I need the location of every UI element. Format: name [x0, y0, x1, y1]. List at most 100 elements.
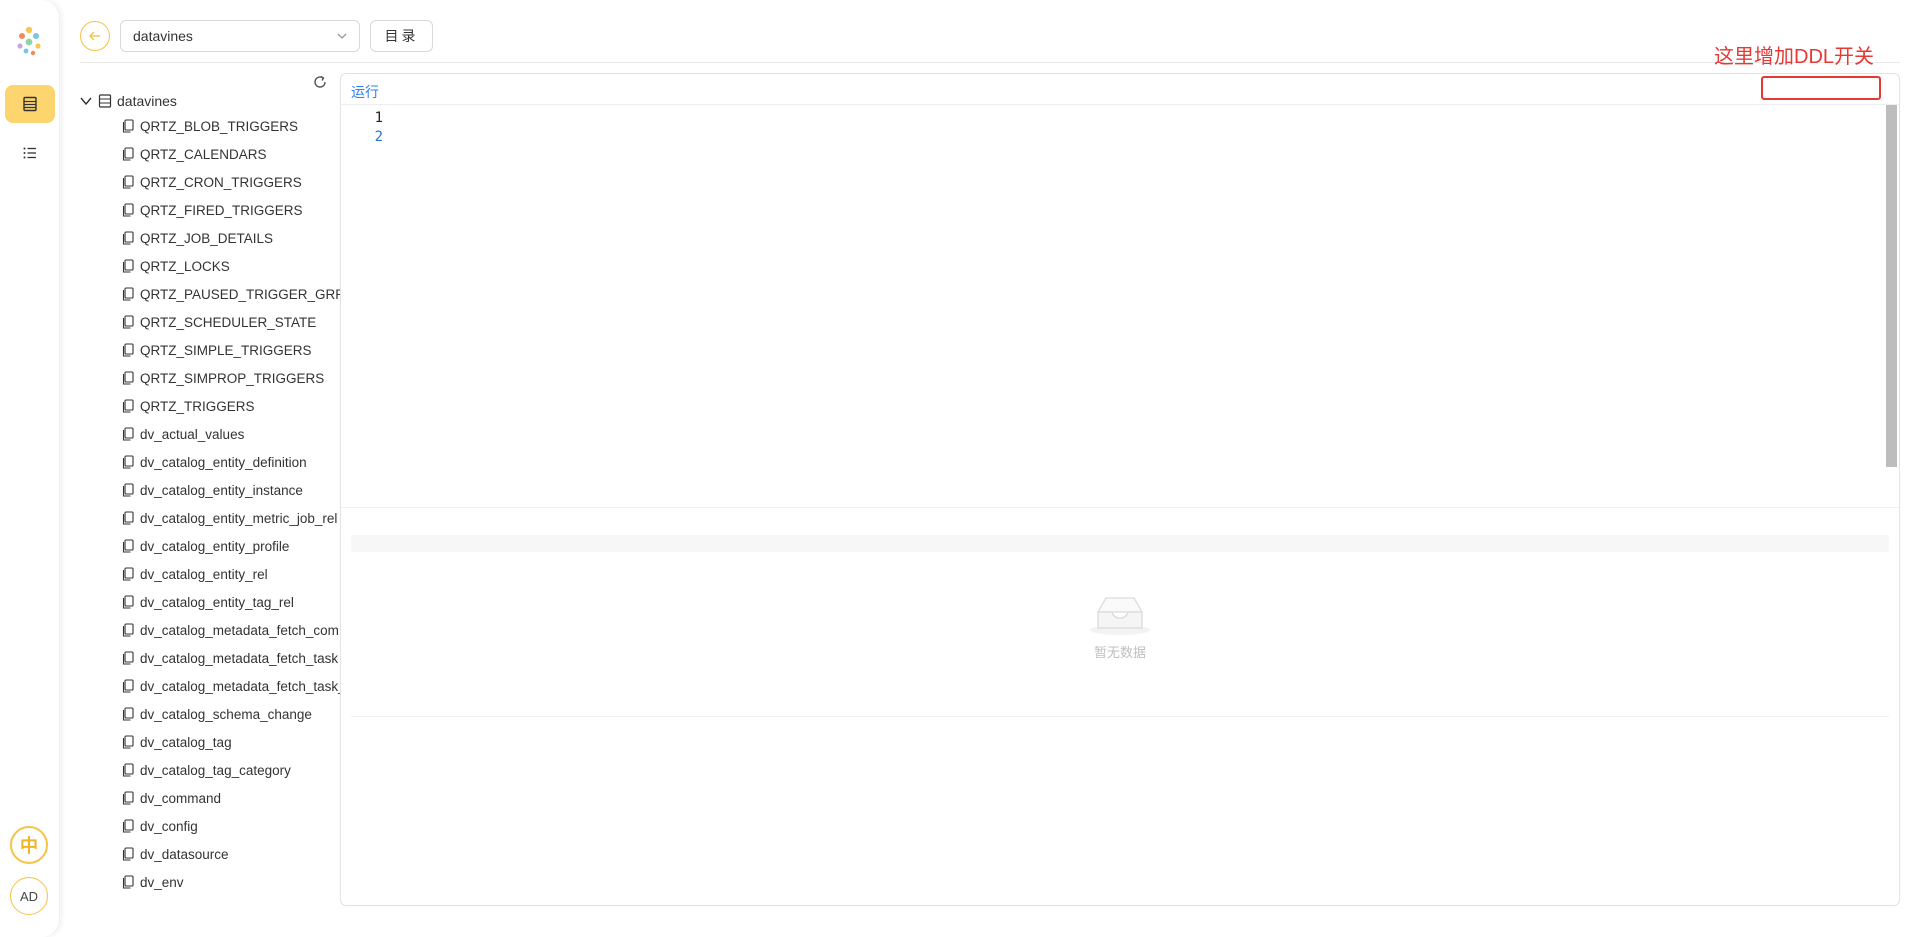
table-file-icon — [122, 203, 134, 217]
database-tree: datavines QRTZ_BLOB_TRIGGERS QRTZ_CALENDA… — [78, 90, 340, 910]
tree-table-item[interactable]: QRTZ_BLOB_TRIGGERS — [78, 112, 340, 140]
catalog-button[interactable]: 目录 — [370, 20, 433, 52]
empty-state: 暂无数据 — [341, 594, 1899, 661]
line-number: 2 — [374, 129, 383, 145]
tree-table-item[interactable]: dv_catalog_entity_rel — [78, 560, 340, 588]
tree-table-label: dv_catalog_metadata_fetch_task_ — [140, 678, 340, 694]
ddl-switch-placeholder — [1761, 76, 1881, 100]
table-file-icon — [122, 287, 134, 301]
back-button[interactable] — [80, 21, 110, 51]
tree-table-label: QRTZ_CALENDARS — [140, 146, 267, 162]
table-file-icon — [122, 651, 134, 665]
language-switch-button[interactable]: 中 — [10, 826, 48, 864]
tree-table-item[interactable]: dv_catalog_entity_instance — [78, 476, 340, 504]
table-file-icon — [122, 259, 134, 273]
table-file-icon — [122, 483, 134, 497]
tree-table-item[interactable]: dv_catalog_metadata_fetch_task_ — [78, 672, 340, 700]
table-file-icon — [122, 847, 134, 861]
tree-table-label: dv_config — [140, 818, 198, 834]
empty-state-text: 暂无数据 — [1093, 645, 1146, 660]
empty-box-icon — [1090, 597, 1150, 635]
editor-result-divider — [341, 507, 1899, 508]
tree-table-item[interactable]: QRTZ_SIMPROP_TRIGGERS — [78, 364, 340, 392]
table-file-icon — [122, 819, 134, 833]
tree-table-item[interactable]: QRTZ_CRON_TRIGGERS — [78, 168, 340, 196]
tree-table-item[interactable]: QRTZ_SCHEDULER_STATE — [78, 308, 340, 336]
tree-table-label: dv_datasource — [140, 846, 229, 862]
tree-table-item[interactable]: dv_catalog_tag — [78, 728, 340, 756]
tree-table-item[interactable]: QRTZ_FIRED_TRIGGERS — [78, 196, 340, 224]
tree-table-label: QRTZ_PAUSED_TRIGGER_GRPS — [140, 286, 340, 302]
tree-table-item[interactable]: dv_datasource — [78, 840, 340, 868]
table-file-icon — [122, 231, 134, 245]
run-button[interactable]: 运行 — [351, 82, 379, 102]
database-select-value: datavines — [133, 28, 193, 44]
refresh-icon[interactable] — [312, 74, 328, 90]
header-divider — [80, 62, 1900, 63]
tree-table-label: dv_catalog_tag — [140, 734, 232, 750]
tree-table-item[interactable]: QRTZ_CALENDARS — [78, 140, 340, 168]
tree-table-item[interactable]: QRTZ_TRIGGERS — [78, 392, 340, 420]
tree-table-label: QRTZ_JOB_DETAILS — [140, 230, 274, 246]
tree-table-item[interactable]: dv_command — [78, 784, 340, 812]
tree-table-label: dv_catalog_schema_change — [140, 706, 312, 722]
tree-root-label: datavines — [117, 93, 177, 109]
nav-list-button[interactable] — [5, 134, 55, 172]
tree-table-item[interactable]: dv_catalog_schema_change — [78, 700, 340, 728]
table-file-icon — [122, 567, 134, 581]
table-file-icon — [122, 595, 134, 609]
database-select[interactable]: datavines — [120, 20, 360, 52]
tree-root-node[interactable]: datavines — [78, 90, 340, 112]
tree-table-label: QRTZ_SCHEDULER_STATE — [140, 314, 317, 330]
table-file-icon — [122, 315, 134, 329]
chevron-down-icon[interactable] — [78, 93, 94, 109]
line-number-gutter: 12 — [341, 109, 383, 147]
tree-table-item[interactable]: dv_catalog_tag_category — [78, 756, 340, 784]
table-file-icon — [122, 679, 134, 693]
tree-table-label: QRTZ_CRON_TRIGGERS — [140, 174, 302, 190]
tree-table-item[interactable]: dv_catalog_metadata_fetch_task — [78, 644, 340, 672]
tree-table-item[interactable]: dv_catalog_entity_definition — [78, 448, 340, 476]
table-file-icon — [122, 427, 134, 441]
tree-table-label: QRTZ_SIMPLE_TRIGGERS — [140, 342, 312, 358]
tree-table-label: dv_catalog_metadata_fetch_com — [140, 622, 339, 638]
table-file-icon — [122, 399, 134, 413]
table-file-icon — [122, 763, 134, 777]
side-rail: 中 AD — [0, 0, 60, 937]
table-file-icon — [122, 511, 134, 525]
tree-table-label: dv_catalog_entity_instance — [140, 482, 303, 498]
line-number: 1 — [374, 110, 383, 126]
tree-table-item[interactable]: dv_config — [78, 812, 340, 840]
tree-table-item[interactable]: QRTZ_PAUSED_TRIGGER_GRPS — [78, 280, 340, 308]
tree-table-label: QRTZ_TRIGGERS — [140, 398, 255, 414]
tree-table-item[interactable]: dv_catalog_metadata_fetch_com — [78, 616, 340, 644]
table-file-icon — [122, 791, 134, 805]
app-logo[interactable] — [14, 25, 44, 59]
tree-table-label: dv_catalog_entity_tag_rel — [140, 594, 294, 610]
table-file-icon — [122, 455, 134, 469]
tree-table-item[interactable]: dv_actual_values — [78, 420, 340, 448]
tree-table-item[interactable]: dv_catalog_entity_profile — [78, 532, 340, 560]
tree-table-label: dv_command — [140, 790, 222, 806]
tree-table-label: QRTZ_FIRED_TRIGGERS — [140, 202, 303, 218]
database-icon — [98, 94, 112, 108]
sql-editor[interactable]: 12 — [341, 105, 1889, 475]
tree-table-label: QRTZ_SIMPROP_TRIGGERS — [140, 370, 325, 386]
tree-table-item[interactable]: dv_catalog_entity_tag_rel — [78, 588, 340, 616]
tree-table-item[interactable]: dv_catalog_entity_metric_job_rel — [78, 504, 340, 532]
table-file-icon — [122, 343, 134, 357]
table-file-icon — [122, 707, 134, 721]
table-file-icon — [122, 371, 134, 385]
tree-table-label: QRTZ_LOCKS — [140, 258, 230, 274]
user-avatar[interactable]: AD — [10, 877, 48, 915]
tree-table-item[interactable]: dv_env — [78, 868, 340, 896]
tree-table-item[interactable]: QRTZ_SIMPLE_TRIGGERS — [78, 336, 340, 364]
table-file-icon — [122, 539, 134, 553]
table-file-icon — [122, 119, 134, 133]
editor-scrollbar[interactable] — [1886, 105, 1897, 467]
tree-table-item[interactable]: QRTZ_JOB_DETAILS — [78, 224, 340, 252]
nav-editor-button[interactable] — [5, 85, 55, 123]
table-file-icon — [122, 735, 134, 749]
arrow-left-icon — [89, 31, 100, 41]
tree-table-item[interactable]: QRTZ_LOCKS — [78, 252, 340, 280]
